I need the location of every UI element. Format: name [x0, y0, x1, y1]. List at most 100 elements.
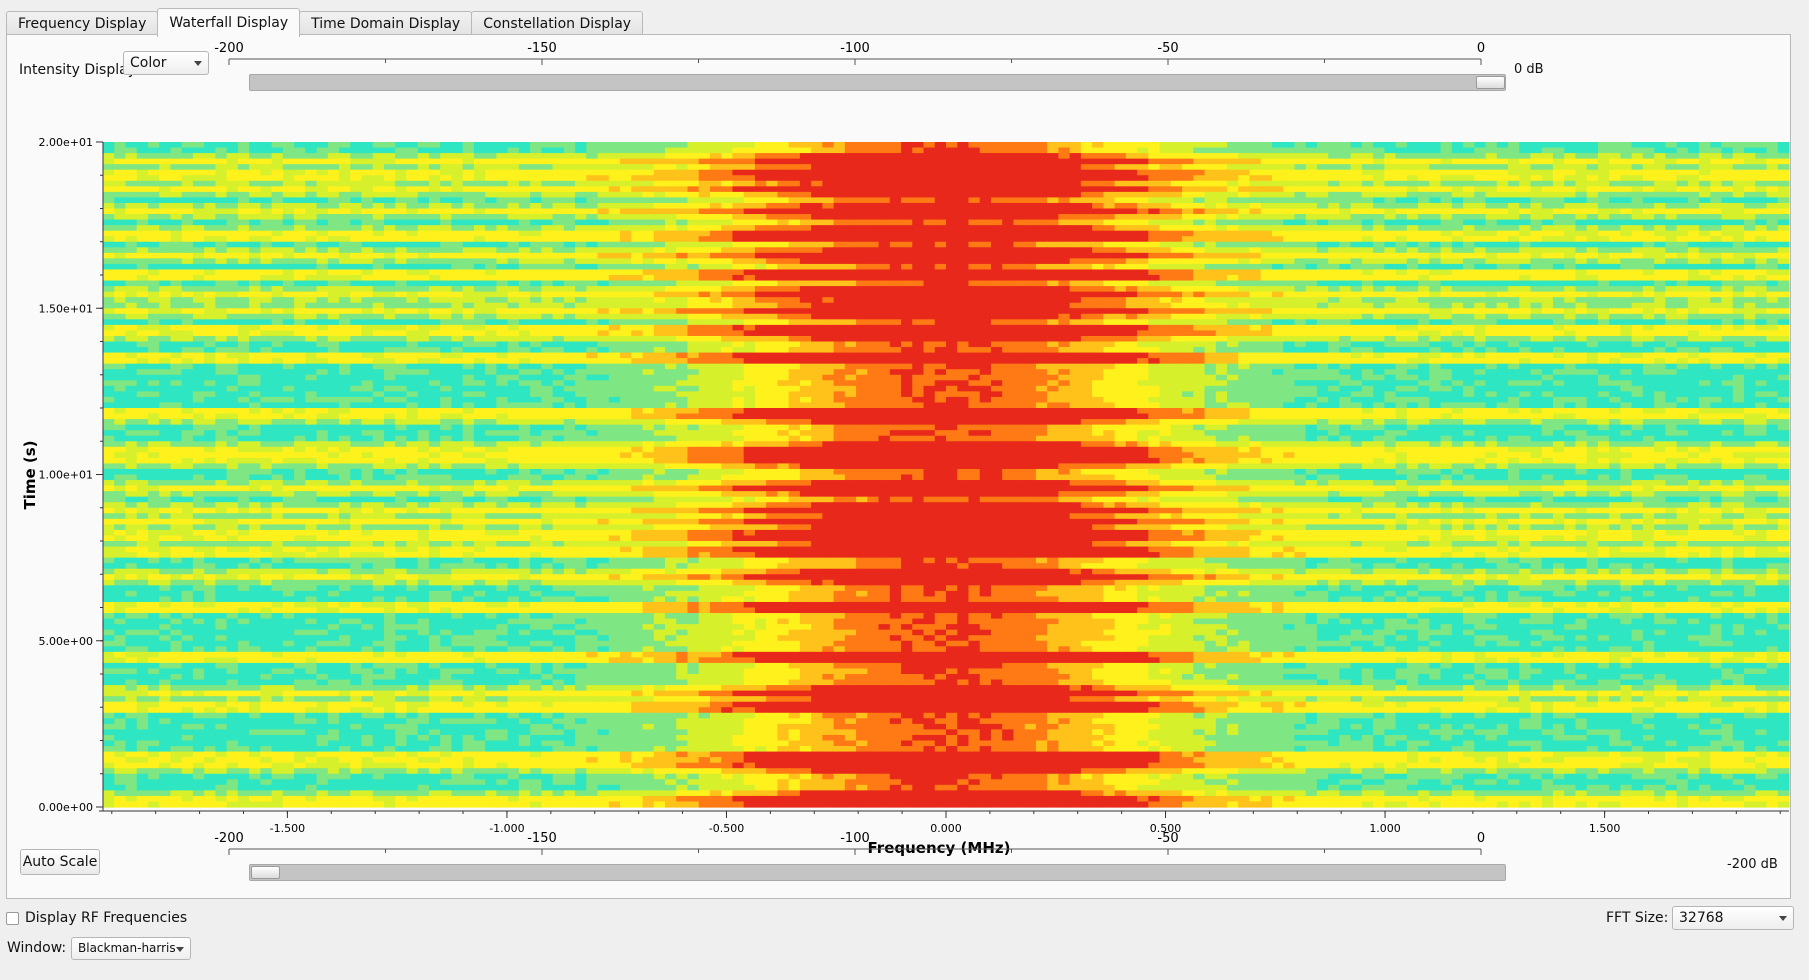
tab-constellation-display[interactable]: Constellation Display: [471, 11, 644, 36]
heatmap-cell: [1710, 269, 1723, 276]
heatmap-cell: [833, 208, 846, 215]
heatmap-cell: [1361, 269, 1374, 276]
heatmap-cell: [1137, 236, 1149, 243]
heatmap-cell: [1182, 308, 1194, 315]
heatmap-cell: [833, 153, 846, 160]
heatmap-cell: [1755, 153, 1768, 160]
heatmap-cell: [305, 275, 318, 282]
heatmap-cell: [1687, 147, 1700, 154]
heatmap-cell: [788, 280, 801, 287]
heatmap-cell: [1654, 280, 1666, 287]
heatmap-cell: [687, 225, 700, 232]
intensity-display-select[interactable]: Color: [123, 51, 209, 75]
heatmap-cell: [597, 230, 610, 237]
heatmap-cell: [1429, 319, 1442, 326]
heatmap-cell: [1755, 147, 1768, 154]
heatmap-cell: [1092, 175, 1104, 182]
heatmap-cell: [1125, 153, 1138, 160]
heatmap-cell: [1316, 186, 1329, 193]
heatmap-cell: [1002, 263, 1015, 271]
heatmap-cell: [294, 247, 306, 254]
heatmap-cell: [1575, 236, 1588, 243]
heatmap-cell: [541, 241, 554, 248]
heatmap-cell: [665, 302, 677, 309]
heatmap-cell: [1474, 275, 1487, 282]
heatmap-cell: [1508, 147, 1520, 154]
heatmap-cell: [1283, 158, 1296, 165]
heatmap-cell: [552, 252, 565, 259]
heatmap-cell: [766, 147, 778, 154]
tab-waterfall-display[interactable]: Waterfall Display: [157, 8, 301, 37]
heatmap-cell: [496, 202, 509, 210]
heatmap-cell: [665, 313, 677, 320]
heatmap-cell: [1710, 252, 1723, 259]
heatmap-cell: [114, 297, 127, 304]
heatmap-cell: [1114, 197, 1127, 204]
heatmap-cell: [428, 186, 441, 193]
heatmap-cell: [1114, 169, 1127, 176]
heatmap-cell: [1193, 319, 1206, 326]
heatmap-cell: [462, 302, 475, 309]
heatmap-cell: [777, 319, 790, 326]
heatmap-cell: [990, 197, 1003, 204]
heatmap-cell: [597, 252, 610, 259]
heatmap-cell: [1125, 158, 1138, 165]
heatmap-cell: [1564, 208, 1577, 215]
heatmap-cell: [1463, 164, 1475, 171]
heatmap-cell: [1103, 258, 1116, 265]
heatmap-cell: [1496, 297, 1509, 304]
heatmap-cell: [1530, 319, 1543, 326]
heatmap-cell: [204, 236, 216, 243]
heatmap-cell: [1665, 180, 1678, 187]
heatmap-cell: [1328, 186, 1340, 193]
heatmap-cell: [282, 319, 295, 326]
heatmap-cell: [215, 291, 228, 298]
heatmap-cell: [1193, 180, 1206, 187]
heatmap-cell: [1182, 142, 1194, 149]
heatmap-cell: [1058, 241, 1071, 248]
heatmap-cell: [968, 252, 981, 259]
heatmap-cell: [1058, 308, 1071, 315]
heatmap-cell: [1339, 175, 1352, 182]
heatmap-cell: [485, 302, 497, 309]
heatmap-cell: [889, 230, 902, 237]
heatmap-cell: [103, 297, 115, 304]
heatmap-cell: [1271, 208, 1284, 215]
heatmap-cell: [260, 258, 273, 265]
heatmap-cell: [507, 230, 520, 237]
heatmap-cell: [833, 142, 846, 149]
heatmap-cell: [1541, 241, 1554, 248]
heatmap-cell: [1530, 280, 1543, 287]
heatmap-cell: [1721, 202, 1734, 210]
heatmap-cell: [237, 241, 250, 248]
tab-frequency-display[interactable]: Frequency Display: [6, 11, 159, 36]
heatmap-cell: [957, 302, 970, 309]
heatmap-cell: [586, 280, 599, 287]
heatmap-cell: [507, 291, 520, 298]
heatmap-cell: [1103, 180, 1116, 187]
heatmap-cell: [1721, 247, 1734, 254]
heatmap-cell: [620, 225, 632, 232]
heatmap-cell: [844, 147, 857, 154]
heatmap-cell: [822, 158, 835, 165]
heatmap-cell: [305, 297, 318, 304]
heatmap-cell: [732, 158, 745, 165]
heatmap-cell: [901, 186, 913, 193]
heatmap-cell: [204, 286, 216, 293]
heatmap-cell: [822, 247, 835, 254]
heatmap-cell: [1654, 258, 1666, 265]
heatmap-cell: [1541, 291, 1554, 298]
heatmap-cell: [833, 280, 846, 287]
heatmap-cell: [440, 280, 453, 287]
heatmap-cell: [788, 164, 801, 171]
tab-time-domain-display[interactable]: Time Domain Display: [299, 11, 473, 36]
heatmap-cell: [642, 263, 655, 271]
heatmap-cell: [608, 153, 621, 160]
heatmap-cell: [1530, 230, 1543, 237]
heatmap-cell: [698, 286, 711, 293]
heatmap-cell: [867, 252, 880, 259]
heatmap-cell: [1361, 219, 1374, 226]
heatmap-cell: [1170, 269, 1183, 276]
heatmap-cell: [698, 175, 711, 182]
heatmap-cell: [294, 291, 306, 298]
